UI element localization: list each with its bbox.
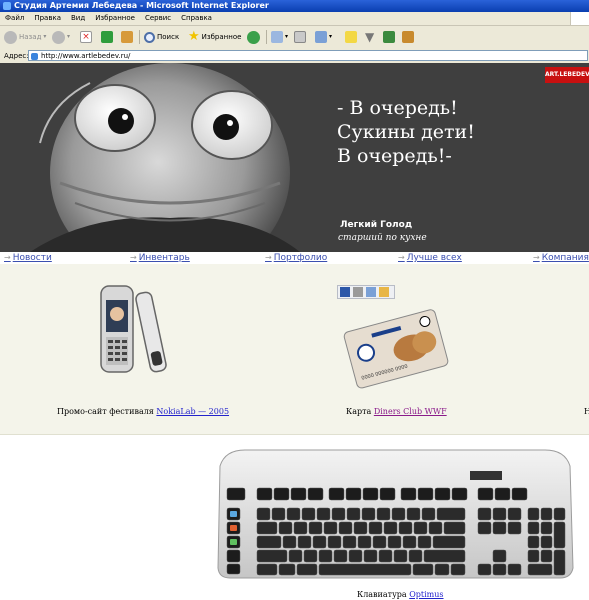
- refresh-icon: [101, 31, 113, 43]
- product-caption-diners: Карта Diners Club WWF: [346, 407, 447, 416]
- home-button[interactable]: [121, 29, 133, 45]
- hero-banner: ART.LEBEDEV - В очередь! Сукины дети! В …: [0, 63, 589, 252]
- back-button[interactable]: Назад ▾: [4, 29, 46, 45]
- toolbar-separator: [139, 30, 140, 44]
- mail-icon[interactable]: [366, 287, 376, 297]
- featured-products: Промо-сайт фестиваля NokiaLab — 2005 000…: [0, 264, 589, 435]
- favorites-button[interactable]: ★ Избранное: [188, 29, 241, 45]
- funnel-icon: ▼: [365, 30, 375, 44]
- frog-photo: [0, 63, 310, 252]
- print-button[interactable]: [294, 29, 306, 45]
- menu-bar: Файл Правка Вид Избранное Сервис Справка: [0, 12, 589, 26]
- window-title: Студия Артемия Лебедева - Microsoft Inte…: [14, 1, 269, 10]
- history-icon: [247, 30, 260, 44]
- nav-best[interactable]: → Лучше всех: [398, 252, 462, 264]
- search-label: Поиск: [157, 33, 180, 41]
- favorites-label: Избранное: [201, 33, 242, 41]
- toolbar: Назад ▾ ▾ × Поиск ★ Избранное ▾ ▾ ▼: [0, 26, 589, 50]
- edit-icon: [315, 31, 327, 43]
- messenger-icon: [383, 31, 395, 43]
- image-toolbar: [337, 285, 395, 299]
- refresh-button[interactable]: [101, 29, 113, 45]
- address-url: http://www.artlebedev.ru/: [41, 52, 131, 60]
- diners-link[interactable]: Diners Club WWF: [374, 407, 447, 416]
- diners-card-image[interactable]: 0000 000000 0000: [340, 300, 450, 390]
- nokia-phone-image[interactable]: [95, 282, 185, 382]
- filter-button[interactable]: ▼: [365, 29, 374, 45]
- chevron-down-icon: ▾: [285, 33, 289, 40]
- menu-favorites[interactable]: Избранное: [95, 12, 135, 25]
- stop-button[interactable]: ×: [80, 29, 92, 45]
- home-icon: [121, 31, 133, 43]
- chevron-down-icon: ▾: [329, 33, 333, 40]
- nav-inventory[interactable]: → Инвентарь: [130, 252, 190, 264]
- edit-button[interactable]: ▾: [315, 29, 332, 45]
- menu-help[interactable]: Справка: [181, 12, 212, 25]
- product-caption-nokia: Промо-сайт фестиваля NokiaLab — 2005: [57, 407, 230, 416]
- address-bar: Адрес: http://www.artlebedev.ru/: [0, 49, 589, 64]
- folder-icon[interactable]: [379, 287, 389, 297]
- chevron-down-icon: ▾: [43, 33, 47, 40]
- forward-button[interactable]: ▾: [52, 29, 70, 45]
- arrow-right-icon: →: [265, 253, 272, 262]
- artlebedev-logo[interactable]: ART.LEBEDEV: [545, 67, 589, 83]
- messenger-button[interactable]: [383, 29, 395, 45]
- menu-view[interactable]: Вид: [71, 12, 85, 25]
- research-icon: [402, 31, 414, 43]
- next-item-arrow[interactable]: Н: [584, 407, 589, 417]
- research-button[interactable]: [402, 29, 414, 45]
- save-icon[interactable]: [340, 287, 350, 297]
- hero-author: Легкий Голод: [340, 220, 413, 230]
- back-arrow-icon: [4, 30, 17, 44]
- search-button[interactable]: Поиск: [144, 29, 179, 45]
- hero-quote: - В очередь! Сукины дети! В очередь!-: [337, 97, 475, 167]
- search-icon: [144, 31, 155, 43]
- arrow-right-icon: →: [398, 253, 405, 262]
- arrow-right-icon: →: [130, 253, 137, 262]
- stop-icon: ×: [80, 31, 92, 43]
- arrow-right-icon: →: [533, 253, 540, 262]
- menu-file[interactable]: Файл: [5, 12, 24, 25]
- print-icon[interactable]: [353, 287, 363, 297]
- arrow-right-icon: →: [4, 253, 11, 262]
- nav-portfolio[interactable]: → Портфолио: [265, 252, 327, 264]
- windows-logo-icon: [570, 12, 589, 25]
- print-icon: [294, 31, 306, 43]
- address-input[interactable]: http://www.artlebedev.ru/: [28, 50, 588, 61]
- nav-news[interactable]: → Новости: [4, 252, 52, 264]
- mail-button[interactable]: ▾: [271, 29, 288, 45]
- toolbar-separator: [266, 30, 267, 44]
- star-icon: ★: [188, 29, 200, 44]
- address-label: Адрес:: [4, 52, 29, 60]
- notes-button[interactable]: [345, 29, 357, 45]
- menu-tools[interactable]: Сервис: [145, 12, 171, 25]
- nav-company[interactable]: → Компания: [533, 252, 589, 264]
- optimus-keyboard-image[interactable]: [215, 446, 575, 580]
- ie-icon: [3, 2, 11, 10]
- window-title-bar: Студия Артемия Лебедева - Microsoft Inte…: [0, 0, 589, 12]
- nokialab-link[interactable]: NokiaLab — 2005: [156, 407, 229, 416]
- page-icon: [31, 53, 38, 60]
- chevron-down-icon: ▾: [67, 33, 71, 40]
- history-button[interactable]: [247, 29, 260, 45]
- note-icon: [345, 31, 357, 43]
- back-label: Назад: [19, 33, 42, 41]
- product-caption-keyboard: Клавиатура Optimus: [357, 590, 444, 599]
- forward-arrow-icon: [52, 30, 65, 44]
- menu-edit[interactable]: Правка: [34, 12, 61, 25]
- hero-role: старший по кухне: [338, 233, 427, 243]
- mail-icon: [271, 31, 283, 43]
- optimus-link[interactable]: Optimus: [409, 590, 443, 599]
